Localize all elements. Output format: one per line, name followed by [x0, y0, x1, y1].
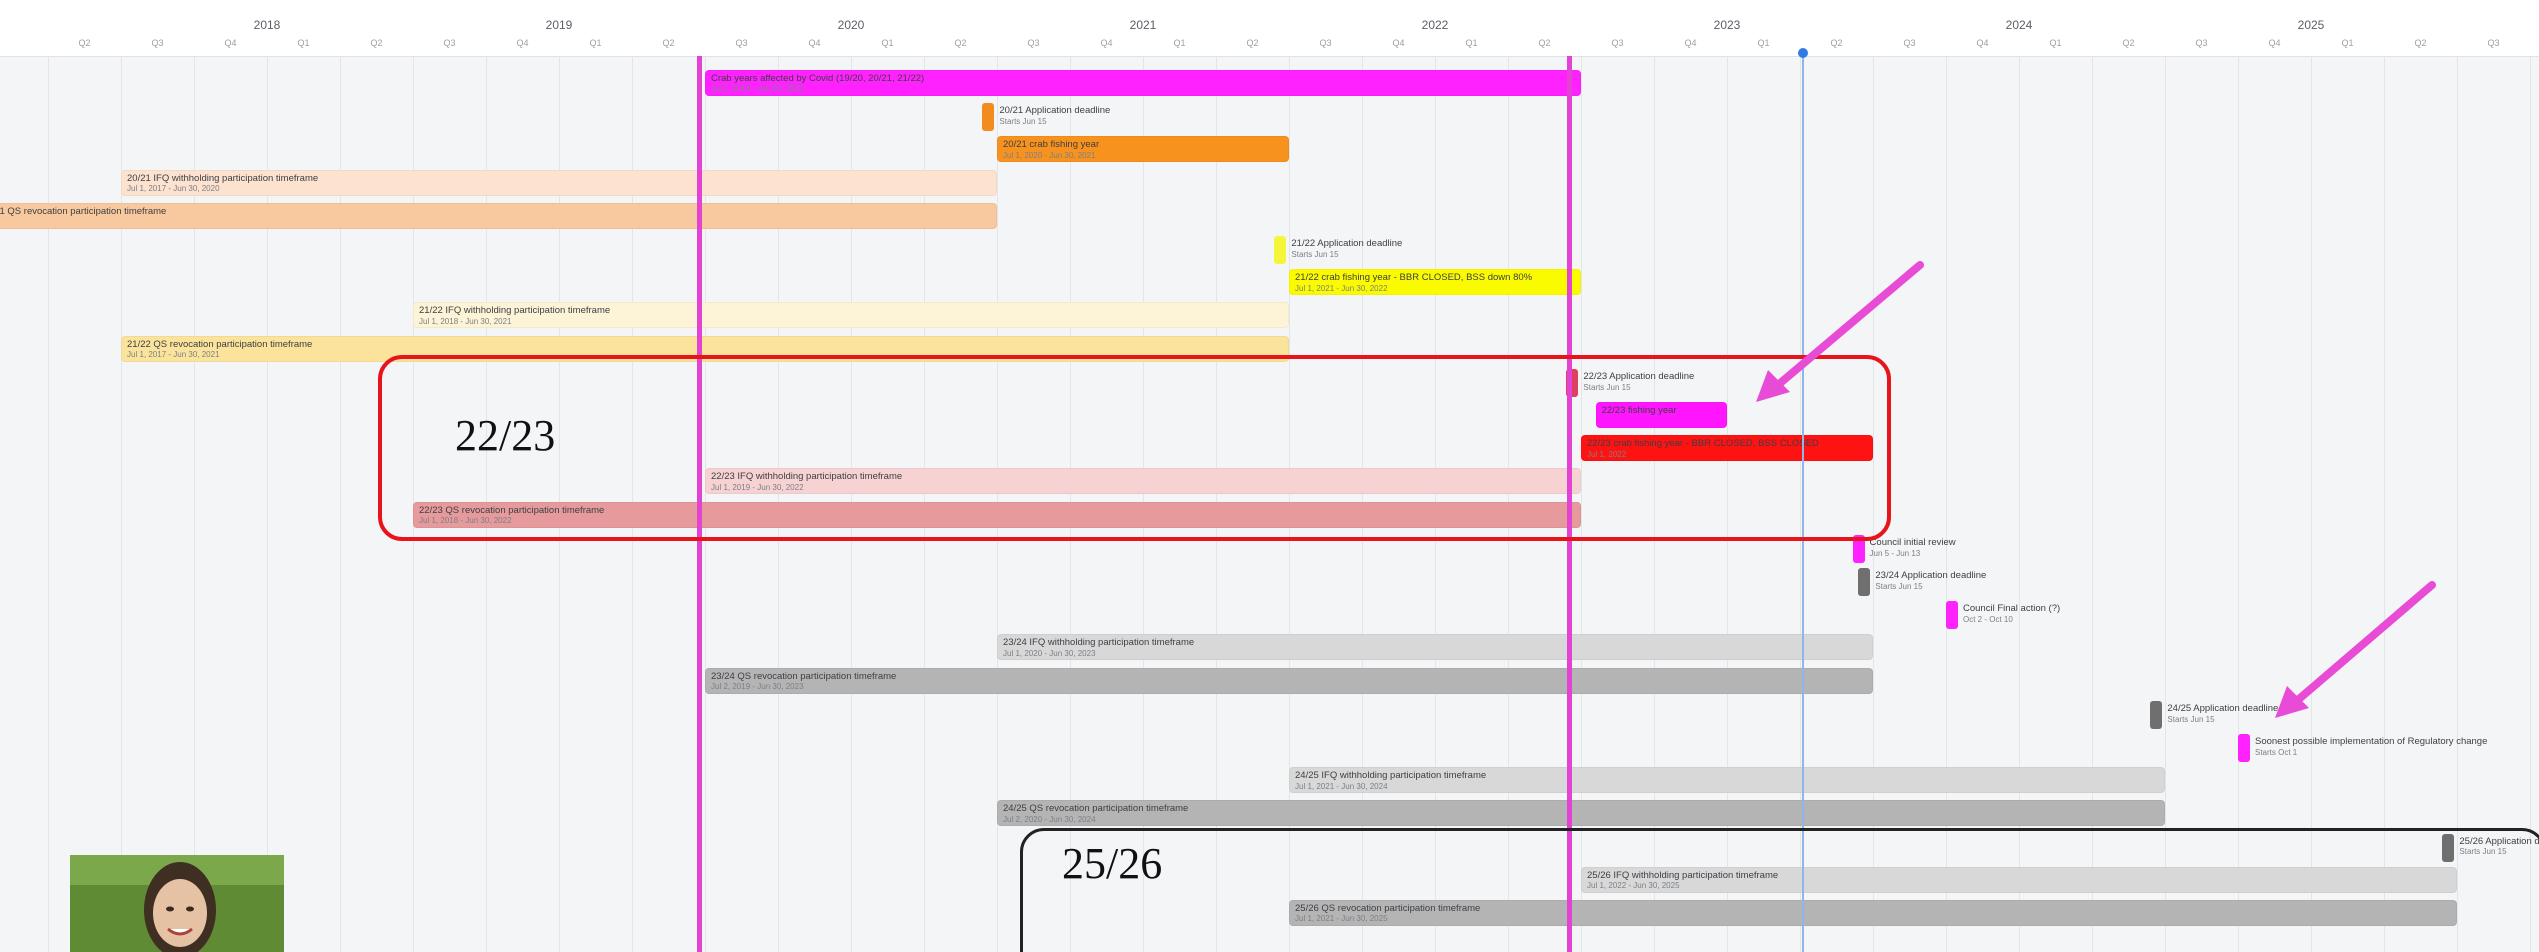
arrow-2526 — [2288, 581, 2436, 709]
annotation-arrows — [1756, 261, 2436, 718]
arrow-2223 — [1768, 261, 1924, 394]
presenter-photo — [70, 855, 284, 952]
gantt-timeline: 2018 2019 2020 2021 2022 2023 2024 2025 Q2 Q3 Q4 Q1… — [0, 0, 2539, 952]
